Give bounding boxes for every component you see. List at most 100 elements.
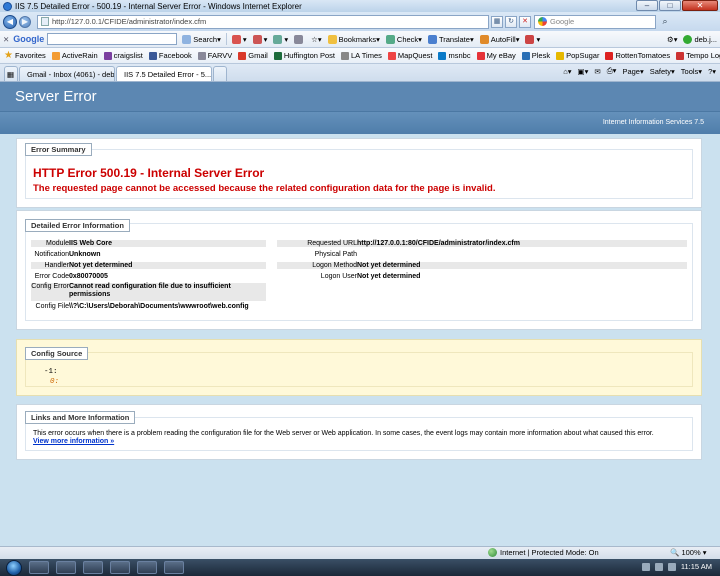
minimize-button[interactable]: –	[636, 0, 658, 11]
maximize-button[interactable]: □	[659, 0, 681, 11]
toolbar-autofill-button[interactable]: AutoFill ▾	[479, 34, 519, 44]
fav-craigslist[interactable]: craigslist	[103, 51, 143, 60]
tab-iis-error[interactable]: IIS 7.5 Detailed Error - 5... ✕	[116, 66, 212, 81]
feeds-icon[interactable]: ▣▾	[578, 67, 589, 76]
taskbar: 11:15 AM	[0, 559, 720, 576]
address-bar[interactable]: http://127.0.0.1/CFIDE/administrator/ind…	[37, 14, 489, 29]
start-button[interactable]	[6, 559, 22, 576]
toolbar-settings-button[interactable]: ⚙▾	[667, 35, 678, 44]
stop-icon[interactable]: ✕	[519, 15, 531, 28]
tray-volume-icon[interactable]	[654, 562, 663, 571]
taskbar-app-icon-3[interactable]	[137, 561, 157, 574]
toolbar-account-button[interactable]: deb.j...	[683, 34, 717, 44]
toolbar-bookmarks-button[interactable]: Bookmarks ▾	[327, 34, 380, 44]
fav-popsugar[interactable]: PopSugar	[556, 51, 599, 60]
taskbar-app-icon-2[interactable]	[110, 561, 130, 574]
print-icon[interactable]: ⎙▾	[607, 66, 617, 76]
facebook-icon	[148, 51, 157, 60]
links-box: Links and More Information This error oc…	[16, 404, 702, 460]
error-title: HTTP Error 500.19 - Internal Server Erro…	[33, 166, 265, 180]
bookmark-icon	[327, 34, 337, 44]
toolbar-search-button[interactable]: Search ▾	[182, 34, 221, 44]
links-text: This error occurs when there is a proble…	[33, 430, 654, 437]
links-title: Links and More Information	[25, 411, 136, 424]
fav-msnbc[interactable]: msnbc	[438, 51, 471, 60]
search-icon[interactable]: ⌕	[658, 15, 672, 29]
tray-network-icon[interactable]	[641, 562, 650, 571]
zoom-level[interactable]: 🔍 100% ▾	[670, 548, 706, 557]
view-more-info-link[interactable]: View more information »	[33, 438, 114, 445]
config-source-line-1: -1:	[44, 368, 58, 376]
help-icon[interactable]: ?▾	[708, 67, 716, 76]
detail-row-config-file: Config File \\?\C:\Users\Deborah\Document…	[35, 303, 249, 310]
fav-farvv[interactable]: FARVV	[197, 51, 232, 60]
toolbar-send-button[interactable]: ▾	[525, 34, 540, 44]
activerain-icon	[51, 51, 60, 60]
detail-row-module: Module IIS Web Core	[31, 240, 266, 247]
home-icon[interactable]: ⌂▾	[563, 67, 571, 76]
config-source-box: Config Source -1: 0:	[16, 339, 702, 396]
close-toolbar-icon[interactable]: ✕	[3, 35, 9, 44]
fav-mapquest[interactable]: MapQuest	[387, 51, 432, 60]
clock[interactable]: 11:15 AM	[681, 562, 712, 571]
detail-row-handler: Handler Not yet determined	[31, 262, 266, 269]
error-summary-box: Error Summary HTTP Error 500.19 - Intern…	[16, 138, 702, 208]
toolbar-check-button[interactable]: Check ▾	[385, 34, 422, 44]
globe-icon	[488, 548, 497, 557]
system-tray: 11:15 AM	[641, 562, 712, 571]
new-tab-button[interactable]	[213, 66, 227, 81]
send-icon	[525, 34, 535, 44]
safety-menu[interactable]: Safety▾	[650, 67, 675, 76]
quick-tabs-button[interactable]: ▦	[4, 66, 18, 81]
search-box[interactable]: Google	[534, 14, 656, 29]
detail-row-logon-user: Logon User Not yet determined	[320, 273, 421, 280]
fav-huffington-post[interactable]: Huffington Post	[273, 51, 335, 60]
google-search-input[interactable]	[47, 33, 178, 45]
rottentomatoes-icon	[605, 51, 614, 60]
fav-activerain[interactable]: ActiveRain	[51, 51, 98, 60]
page-menu[interactable]: Page▾	[622, 67, 643, 76]
compatibility-view-icon[interactable]: ▦	[491, 15, 503, 28]
taskbar-ie-icon[interactable]	[29, 561, 49, 574]
close-window-button[interactable]: ✕	[682, 0, 718, 11]
page-header: Server Error	[0, 82, 720, 111]
tray-flag-icon[interactable]	[667, 562, 676, 571]
fav-la-times[interactable]: LA Times	[341, 51, 382, 60]
window-title: IIS 7.5 Detailed Error - 500.19 - Intern…	[15, 1, 302, 11]
toolbar-share-icon[interactable]: ▾	[273, 34, 288, 44]
detail-row-notification: Notification Unknown	[34, 251, 101, 258]
toolbar-tools-icon[interactable]: ▾	[252, 34, 267, 44]
tools-menu[interactable]: Tools▾	[681, 67, 702, 76]
fav-my-ebay[interactable]: My eBay	[476, 51, 516, 60]
tempo-icon	[676, 51, 685, 60]
read-mail-icon[interactable]: ✉	[594, 67, 600, 76]
fav-tempo-login[interactable]: Tempo Login	[676, 51, 720, 60]
favorites-button[interactable]: ★ Favorites	[4, 50, 46, 61]
toolbar-star-button[interactable]: ☆▾	[311, 35, 322, 44]
toolbar-frame-icon[interactable]	[294, 34, 305, 44]
security-zone[interactable]: Internet | Protected Mode: On	[488, 548, 599, 557]
ie-logo-icon	[3, 1, 12, 11]
toolbar-gmail-icon[interactable]: ▾	[231, 34, 247, 44]
fav-gmail[interactable]: Gmail	[238, 51, 268, 60]
taskbar-app-icon[interactable]	[83, 561, 103, 574]
tab-gmail[interactable]: Gmail - Inbox (4061) - deb...	[19, 66, 115, 81]
frame-icon	[294, 34, 304, 44]
fav-rottentomatoes[interactable]: RottenTomatoes	[605, 51, 670, 60]
popsugar-icon	[556, 51, 565, 60]
taskbar-app-icon-4[interactable]	[164, 561, 184, 574]
fav-plesk[interactable]: Plesk	[521, 51, 550, 60]
command-bar: ⌂▾ ▣▾ ✉ ⎙▾ Page▾ Safety▾ Tools▾ ?▾	[563, 66, 716, 76]
toolbar-translate-button[interactable]: Translate ▾	[427, 34, 474, 44]
back-button[interactable]: ◀	[3, 14, 17, 29]
msnbc-icon	[438, 51, 447, 60]
forward-button[interactable]: ▶	[19, 15, 31, 28]
fav-facebook[interactable]: Facebook	[148, 51, 192, 60]
page-icon	[41, 17, 49, 26]
refresh-icon[interactable]: ↻	[505, 15, 517, 28]
detail-row-requested-url: Requested URL http://127.0.0.1:80/CFIDE/a…	[277, 240, 687, 247]
ebay-icon	[476, 51, 485, 60]
taskbar-explorer-icon[interactable]	[56, 561, 76, 574]
detail-row-logon-method: Logon Method Not yet determined	[277, 262, 687, 269]
mail-icon	[231, 34, 241, 44]
